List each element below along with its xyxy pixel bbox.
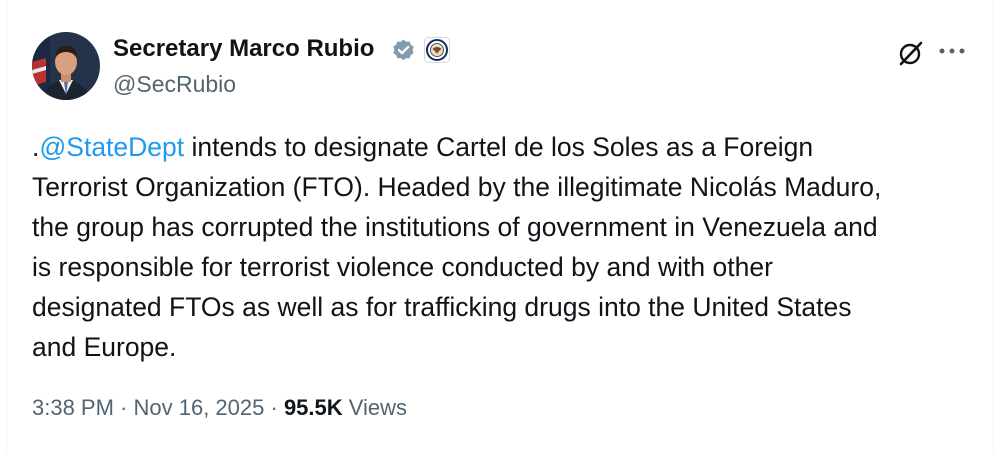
tweet-card: Secretary Marco Rubio @SecRubio .@StateD… — [0, 0, 1000, 453]
tweet-text-line: is responsible for terrorist violence co… — [32, 252, 773, 282]
tweet-text-line: the group has corrupted the institutions… — [32, 212, 878, 242]
tweet-text-segment: intends to designate Cartel de los Soles… — [184, 132, 814, 162]
avatar[interactable] — [32, 32, 100, 100]
tweet-timestamp[interactable]: 3:38 PM — [32, 395, 114, 420]
author-handle[interactable]: @SecRubio — [113, 70, 236, 98]
grok-icon[interactable] — [897, 39, 925, 67]
state-department-seal-icon[interactable] — [424, 37, 450, 63]
tweet-date[interactable]: Nov 16, 2025 — [134, 395, 265, 420]
meta-separator: · — [113, 395, 134, 420]
meta-separator: · — [264, 395, 284, 420]
tweet-metadata: 3:38 PM · Nov 16, 2025 · 95.5K Views — [32, 393, 407, 423]
views-count[interactable]: 95.5K — [284, 395, 343, 420]
views-label: Views — [342, 395, 408, 420]
tweet-text-line: and Europe. — [32, 332, 177, 362]
tweet-text-line: Terrorist Organization (FTO). Headed by … — [32, 172, 882, 202]
tweet-text-line: .@StateDept intends to designate Cartel … — [32, 127, 972, 167]
mention-link[interactable]: @StateDept — [39, 132, 184, 162]
author-display-name[interactable]: Secretary Marco Rubio — [113, 34, 374, 64]
verified-badge-icon[interactable] — [391, 38, 416, 63]
more-options-icon[interactable] — [937, 41, 967, 61]
tweet-text: .@StateDept intends to designate Cartel … — [32, 127, 972, 367]
avatar-image — [32, 32, 100, 100]
tweet-text-line: designated FTOs as well as for trafficki… — [32, 292, 852, 322]
